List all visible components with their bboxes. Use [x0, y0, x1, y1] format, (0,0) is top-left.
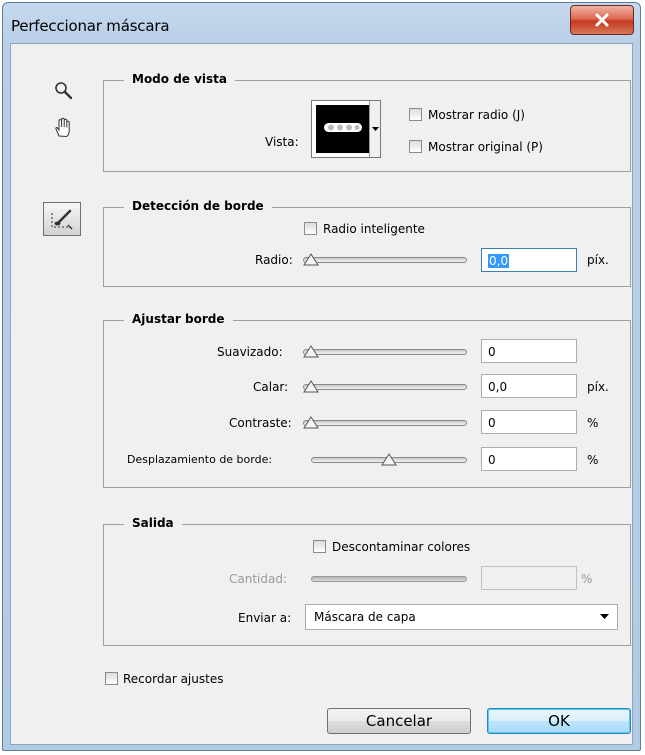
contrast-slider-track — [303, 420, 467, 426]
output-legend: Salida — [124, 516, 182, 530]
feather-input[interactable]: 0,0 — [481, 374, 577, 398]
refine-radius-tool-button[interactable] — [43, 202, 81, 236]
edge-detection-group: Detección de borde — [103, 199, 631, 287]
contrast-unit: % — [587, 416, 599, 430]
shift-edge-slider-thumb[interactable] — [381, 452, 397, 466]
shift-edge-slider[interactable] — [311, 450, 467, 470]
show-radius-label: Mostrar radio (J) — [428, 108, 525, 122]
radius-slider[interactable] — [303, 250, 467, 270]
contrast-slider-thumb[interactable] — [303, 415, 319, 429]
feather-slider[interactable] — [303, 377, 467, 397]
close-icon — [595, 13, 609, 27]
smooth-slider-track — [303, 349, 467, 355]
view-mode-legend: Modo de vista — [124, 72, 236, 86]
smooth-slider[interactable] — [303, 342, 467, 362]
chevron-down-icon — [369, 101, 380, 157]
window-title: Perfeccionar máscara — [11, 17, 170, 35]
show-original-checkbox[interactable] — [409, 140, 422, 153]
radius-slider-thumb[interactable] — [303, 252, 319, 266]
chevron-down-icon — [600, 614, 609, 619]
radius-input[interactable]: 0,0 — [481, 248, 577, 272]
shift-edge-input[interactable]: 0 — [481, 447, 577, 471]
remember-settings-checkbox[interactable] — [105, 672, 118, 685]
radius-unit: píx. — [587, 253, 609, 267]
send-to-label: Enviar a: — [238, 611, 292, 625]
contrast-slider[interactable] — [303, 413, 467, 433]
show-radius-checkbox[interactable] — [409, 108, 422, 121]
dialog-window: Perfeccionar máscara Modo de vista Vista… — [2, 2, 641, 751]
amount-label: Cantidad: — [229, 572, 288, 586]
radius-slider-track — [303, 257, 467, 263]
smart-radius-checkbox[interactable] — [304, 222, 317, 235]
feather-label: Calar: — [253, 380, 289, 394]
adjust-edge-legend: Ajustar borde — [124, 312, 233, 326]
view-label: Vista: — [265, 135, 299, 149]
cancel-button[interactable]: Cancelar — [327, 708, 471, 734]
smooth-input[interactable]: 0 — [481, 339, 577, 363]
refine-radius-brush-icon — [51, 209, 73, 230]
feather-slider-track — [303, 384, 467, 390]
feather-slider-thumb[interactable] — [303, 379, 319, 393]
radius-value: 0,0 — [488, 254, 510, 268]
edge-detection-legend: Detección de borde — [124, 199, 272, 213]
shift-edge-unit: % — [587, 453, 599, 467]
amount-input — [481, 566, 577, 590]
amount-slider — [311, 569, 467, 589]
send-to-select[interactable]: Máscara de capa — [305, 604, 618, 630]
contrast-input[interactable]: 0 — [481, 410, 577, 434]
radius-label: Radio: — [255, 253, 293, 267]
view-preview-dropdown[interactable] — [311, 100, 381, 158]
amount-unit: % — [581, 572, 593, 586]
close-button[interactable] — [570, 5, 634, 35]
ok-button[interactable]: OK — [487, 708, 631, 734]
smooth-slider-thumb[interactable] — [303, 344, 319, 358]
shift-edge-label: Desplazamiento de borde: — [127, 453, 273, 466]
decontaminate-checkbox[interactable] — [313, 540, 326, 553]
smooth-label: Suavizado: — [217, 345, 283, 359]
dialog-content: Modo de vista Vista: Mostrar radio (J) M… — [10, 43, 633, 745]
decontaminate-label: Descontaminar colores — [332, 540, 471, 554]
remember-settings-label: Recordar ajustes — [123, 672, 224, 686]
hand-icon[interactable] — [51, 116, 75, 143]
show-original-label: Mostrar original (P) — [428, 140, 543, 154]
view-thumbnail — [316, 105, 370, 153]
amount-slider-track — [311, 576, 467, 582]
send-to-value: Máscara de capa — [314, 610, 416, 624]
smart-radius-label: Radio inteligente — [323, 222, 425, 236]
contrast-label: Contraste: — [229, 416, 292, 430]
feather-unit: píx. — [587, 380, 609, 394]
magnifier-icon[interactable] — [53, 80, 75, 105]
